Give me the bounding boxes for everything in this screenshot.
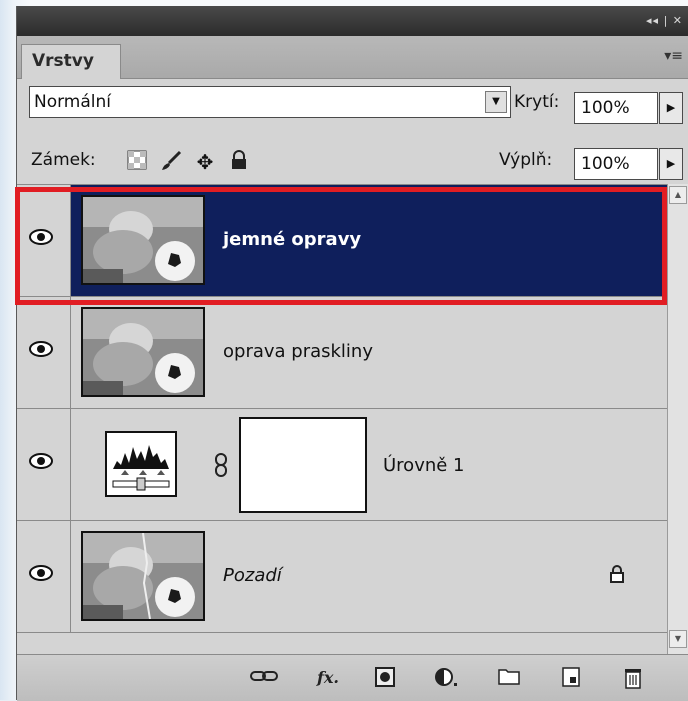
panel-bottom-toolbar: fx. <box>17 654 688 701</box>
blend-mode-row: Normální ▼ Krytí: 100% ▶ <box>17 82 688 128</box>
levels-adjustment-icon <box>105 431 177 497</box>
chain-link-icon[interactable] <box>213 453 229 477</box>
lock-paint-icon[interactable] <box>159 150 183 174</box>
scroll-down-button[interactable]: ▼ <box>669 630 687 648</box>
eye-icon <box>29 453 53 469</box>
blend-mode-select[interactable]: Normální ▼ <box>29 86 511 118</box>
scroll-up-button[interactable]: ▲ <box>669 186 687 204</box>
layer-list-scrollbar[interactable]: ▲ ▼ <box>667 184 688 654</box>
layer-name[interactable]: Úrovně 1 <box>383 455 465 476</box>
lock-row: Zámek: ✥ Výplň: 100% ▶ <box>17 128 688 184</box>
link-layers-icon[interactable] <box>249 667 279 689</box>
new-layer-icon[interactable] <box>559 667 583 689</box>
lock-all-icon[interactable] <box>227 150 251 174</box>
new-group-icon[interactable] <box>497 667 521 689</box>
chevron-down-icon[interactable]: ▼ <box>485 91 507 113</box>
layer-lock-icon <box>609 565 625 588</box>
visibility-toggle[interactable] <box>17 521 71 632</box>
visibility-toggle[interactable] <box>17 409 71 520</box>
panel-titlebar: ◂◂ | ✕ <box>17 6 688 36</box>
opacity-field[interactable]: 100% <box>574 92 658 124</box>
blend-mode-value: Normální <box>34 92 112 112</box>
add-mask-icon[interactable] <box>373 667 397 689</box>
layer-thumbnail <box>81 531 205 621</box>
fill-slider-button[interactable]: ▶ <box>659 148 683 180</box>
layer-row[interactable]: Pozadí <box>17 521 667 633</box>
fx-icon[interactable]: fx. <box>311 667 345 689</box>
panel-menu-icon[interactable]: ▾≡ <box>664 48 683 64</box>
lock-position-icon[interactable]: ✥ <box>193 150 217 174</box>
layer-name[interactable]: oprava praskliny <box>223 341 373 362</box>
layer-mask-thumbnail <box>239 417 367 513</box>
eye-icon <box>29 565 53 581</box>
opacity-label: Krytí: <box>514 92 560 112</box>
layer-row[interactable]: Úrovně 1 <box>17 409 667 521</box>
fill-field[interactable]: 100% <box>574 148 658 180</box>
fill-label: Výplň: <box>499 150 553 170</box>
layer-thumbnail <box>81 307 205 397</box>
layers-panel: ◂◂ | ✕ Vrstvy ▾≡ Normální ▼ Krytí: 100% … <box>15 6 688 701</box>
layer-name[interactable]: Pozadí <box>223 565 282 586</box>
layer-row[interactable]: oprava praskliny <box>17 297 667 409</box>
adjustment-layer-icon[interactable] <box>431 667 461 689</box>
delete-layer-icon[interactable] <box>621 667 645 689</box>
tab-layers[interactable]: Vrstvy <box>21 44 121 79</box>
eye-icon <box>29 341 53 357</box>
selection-highlight-box <box>15 187 667 305</box>
panel-tab-row: Vrstvy ▾≡ <box>17 36 688 79</box>
opacity-slider-button[interactable]: ▶ <box>659 92 683 124</box>
collapse-close-controls[interactable]: ◂◂ | ✕ <box>646 14 683 27</box>
visibility-toggle[interactable] <box>17 297 71 408</box>
lock-transparent-icon[interactable] <box>125 150 149 174</box>
lock-label: Zámek: <box>31 150 96 170</box>
